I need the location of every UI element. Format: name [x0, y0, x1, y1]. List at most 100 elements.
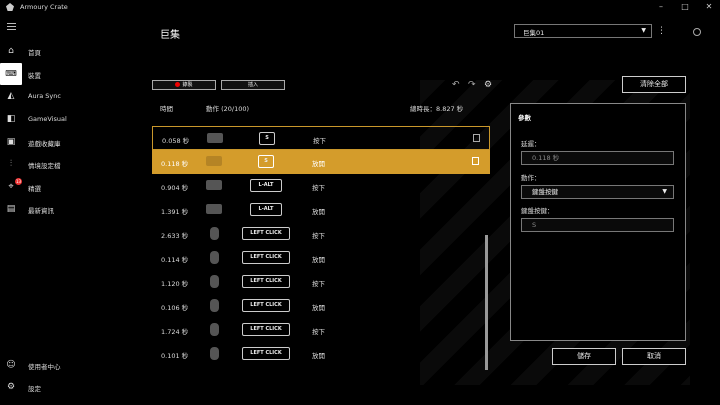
more-options-icon[interactable]: ⋮: [657, 26, 666, 36]
sidebar-item-label: Aura Sync: [28, 92, 61, 100]
sidebar-item-user-center[interactable]: ☺ 使用者中心: [0, 355, 138, 375]
scenario-profiles-icon: ⫶: [9, 159, 13, 169]
keyboard-icon: [206, 180, 222, 190]
list-item[interactable]: 1.391 秒 L-ALT 放開: [152, 198, 490, 222]
list-item[interactable]: 1.120 秒 LEFT CLICK 按下: [152, 270, 490, 294]
record-dot-icon: [175, 82, 181, 87]
aura-sync-icon: ◭: [7, 91, 15, 101]
sidebar: ⌂ 首頁 ⌨ 裝置 ◭ Aura Sync ◧ GameVisual ▣ 遊戲收…: [0, 14, 138, 405]
sidebar-item-featured[interactable]: ⌖ 13 精選: [0, 177, 138, 197]
key-label: L-ALT: [250, 179, 282, 192]
row-time: 0.114 秒: [161, 256, 189, 264]
keyboard-icon: [206, 156, 222, 166]
redo-icon[interactable]: ↷: [468, 80, 476, 90]
minimize-button[interactable]: –: [654, 1, 668, 13]
sidebar-item-game-library[interactable]: ▣ 遊戲收藏庫: [0, 132, 138, 152]
row-action: 放開: [312, 352, 325, 360]
mouse-icon: [210, 275, 219, 288]
row-time: 2.633 秒: [161, 232, 189, 240]
sidebar-item-label: 首頁: [28, 49, 41, 57]
notification-badge: 13: [15, 178, 22, 185]
key-label: LEFT CLICK: [242, 251, 290, 264]
clear-all-button[interactable]: 清除全部: [622, 76, 686, 93]
page-title: 巨集: [160, 30, 180, 41]
delay-label: 延遲：: [521, 140, 541, 148]
news-icon: ▤: [6, 204, 16, 214]
key-input[interactable]: S: [521, 218, 674, 232]
maximize-button[interactable]: □: [678, 1, 692, 13]
cancel-button[interactable]: 取消: [622, 348, 686, 365]
key-label: LEFT CLICK: [242, 347, 290, 360]
delay-input[interactable]: 0.118 秒: [521, 151, 674, 165]
mouse-icon: [210, 347, 219, 360]
row-time: 1.120 秒: [161, 280, 189, 288]
panel-title: 參數: [518, 114, 531, 122]
gamevisual-icon: ◧: [6, 114, 16, 124]
list-item[interactable]: 2.633 秒 LEFT CLICK 按下: [152, 222, 490, 246]
mouse-icon: [210, 251, 219, 264]
title-bar: Armoury Crate – □ ✕: [0, 0, 720, 14]
save-button[interactable]: 儲存: [552, 348, 616, 365]
key-label: LEFT CLICK: [242, 323, 290, 336]
sidebar-item-label: 情境設定檔: [28, 162, 61, 170]
insert-button-label: 插入: [247, 82, 258, 88]
row-action: 按下: [312, 328, 325, 336]
undo-icon[interactable]: ↶: [452, 80, 460, 90]
row-time: 0.106 秒: [161, 304, 189, 312]
trash-icon[interactable]: [472, 157, 479, 165]
sidebar-item-news[interactable]: ▤ 最新資訊: [0, 199, 138, 219]
macro-action-list: 0.058 秒 S 按下 0.118 秒 S 放開 0.904 秒 L-ALT …: [152, 112, 490, 374]
home-icon: ⌂: [8, 46, 14, 56]
record-button[interactable]: 錄製: [152, 80, 216, 90]
rog-logo-icon: [6, 3, 14, 11]
parameters-panel: 參數 延遲： 0.118 秒 動作： 鍵盤按鍵 ▼ 鍵盤按鍵： S: [510, 103, 686, 341]
sidebar-item-gamevisual[interactable]: ◧ GameVisual: [0, 109, 138, 129]
macro-select-dropdown[interactable]: 巨集01 ▼: [514, 24, 652, 38]
mouse-icon: [210, 323, 219, 336]
key-label: S: [258, 155, 274, 168]
user-center-icon: ☺: [6, 360, 16, 370]
sidebar-item-devices[interactable]: ⌨ 裝置: [0, 63, 138, 85]
sidebar-item-settings[interactable]: ⚙ 設定: [0, 377, 138, 397]
row-time: 0.058 秒: [162, 137, 190, 145]
list-item[interactable]: 0.114 秒 LEFT CLICK 放開: [152, 246, 490, 270]
row-action: 放開: [312, 256, 325, 264]
insert-button[interactable]: 插入: [221, 80, 285, 90]
list-item[interactable]: 1.724 秒 LEFT CLICK 按下: [152, 318, 490, 342]
hamburger-menu-icon[interactable]: [7, 23, 16, 30]
row-action: 放開: [312, 160, 325, 168]
action-select[interactable]: 鍵盤按鍵 ▼: [521, 185, 674, 199]
sidebar-item-label: 裝置: [28, 72, 41, 80]
sidebar-item-home[interactable]: ⌂ 首頁: [0, 41, 138, 61]
game-library-icon: ▣: [6, 137, 16, 147]
row-time: 1.724 秒: [161, 328, 189, 336]
macro-settings-gear-icon[interactable]: ⚙: [484, 80, 492, 90]
list-item[interactable]: 0.058 秒 S 按下: [152, 126, 490, 150]
list-item[interactable]: 0.904 秒 L-ALT 按下: [152, 174, 490, 198]
sidebar-item-label: GameVisual: [28, 115, 67, 123]
list-scrollbar[interactable]: [485, 235, 488, 370]
row-time: 0.101 秒: [161, 352, 189, 360]
list-item[interactable]: 0.118 秒 S 放開: [152, 150, 490, 174]
key-label: LEFT CLICK: [242, 299, 290, 312]
sidebar-item-label: 精選: [28, 185, 41, 193]
mouse-icon: [210, 299, 219, 312]
row-action: 按下: [313, 137, 326, 145]
key-label: LEFT CLICK: [242, 275, 290, 288]
trash-icon[interactable]: [473, 134, 480, 142]
row-action: 按下: [312, 184, 325, 192]
key-field-label: 鍵盤按鍵：: [521, 207, 554, 215]
row-action: 按下: [312, 232, 325, 240]
key-label: S: [259, 132, 275, 145]
sidebar-item-scenario-profiles[interactable]: ⫶ 情境設定檔: [0, 154, 138, 174]
chevron-down-icon: ▼: [662, 188, 667, 195]
chevron-down-icon: ▼: [641, 27, 646, 34]
row-action: 按下: [312, 280, 325, 288]
macro-select-value: 巨集01: [523, 29, 545, 37]
sync-status-icon: [693, 28, 701, 36]
list-item[interactable]: 0.101 秒 LEFT CLICK 放開: [152, 342, 490, 366]
mouse-icon: [210, 227, 219, 240]
sidebar-item-aura-sync[interactable]: ◭ Aura Sync: [0, 86, 138, 106]
list-item[interactable]: 0.106 秒 LEFT CLICK 放開: [152, 294, 490, 318]
close-button[interactable]: ✕: [702, 1, 716, 13]
